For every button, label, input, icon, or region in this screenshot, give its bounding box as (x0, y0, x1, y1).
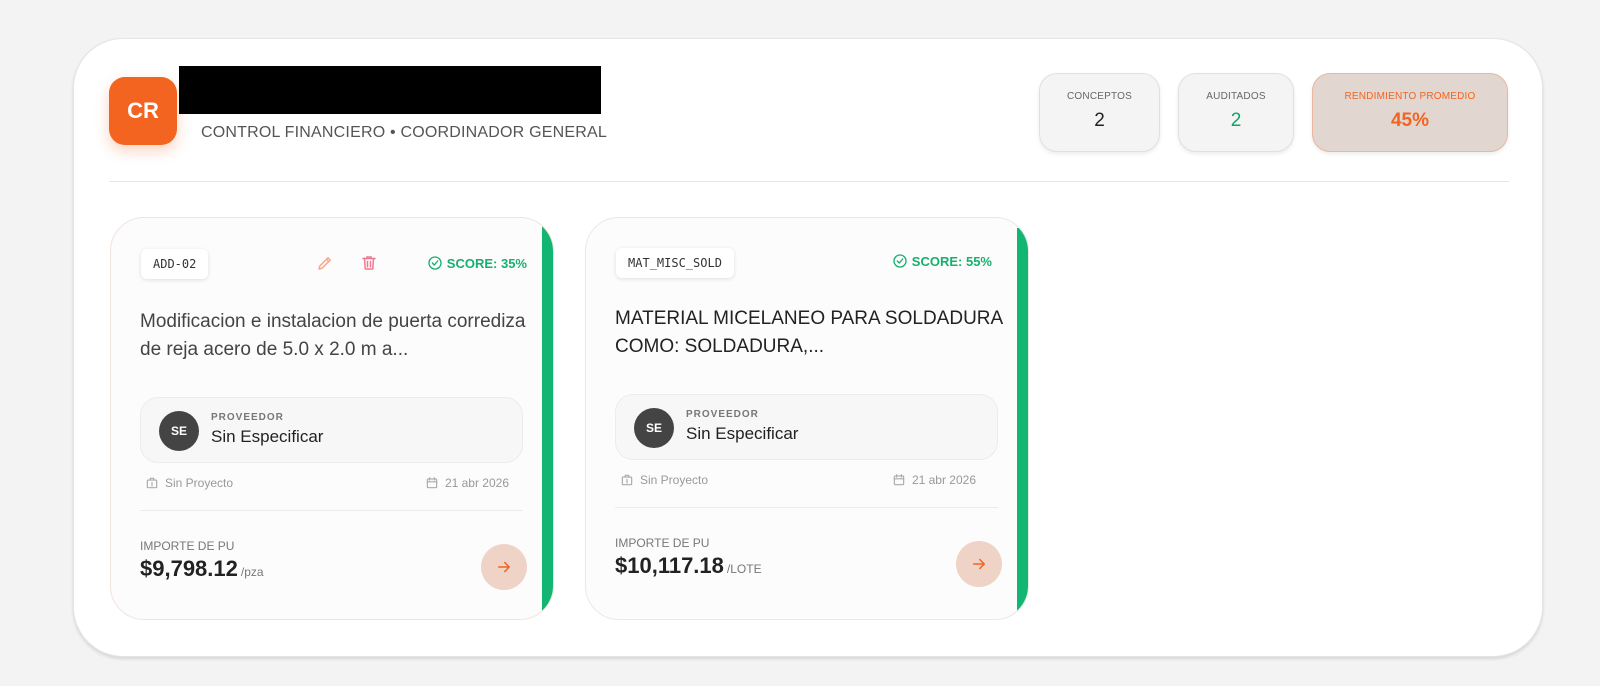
calendar-icon (426, 477, 438, 489)
amount-label: IMPORTE DE PU (140, 539, 235, 553)
stat-auditados: AUDITADOS 2 (1178, 73, 1294, 152)
provider-box: SE PROVEEDOR Sin Especificar (140, 397, 523, 463)
score-text: SCORE: 35% (446, 255, 527, 271)
open-concept-button[interactable] (481, 544, 527, 590)
amount-unit: /pza (240, 565, 264, 579)
pencil-icon[interactable] (314, 252, 336, 274)
score-badge: SCORE: 55% (892, 253, 992, 269)
date-text: 21 abr 2026 (444, 476, 509, 490)
score-badge: SCORE: 35% (427, 255, 527, 271)
project-meta: Sin Proyecto (620, 473, 708, 487)
trash-icon[interactable] (358, 252, 380, 274)
stat-label: AUDITADOS (1206, 91, 1266, 102)
provider-name: Sin Especificar (686, 424, 799, 443)
amount-value: $9,798.12 (140, 556, 238, 581)
date-text: 21 abr 2026 (911, 473, 976, 487)
stat-conceptos: CONCEPTOS 2 (1039, 73, 1160, 152)
provider-box: SE PROVEEDOR Sin Especificar (615, 394, 998, 460)
score-text: SCORE: 55% (911, 253, 992, 269)
amount-value: $10,117.18 (615, 553, 724, 578)
provider-label: PROVEEDOR (211, 412, 284, 423)
arrow-right-icon (498, 561, 510, 573)
building-icon (146, 477, 158, 489)
stat-label: CONCEPTOS (1067, 91, 1132, 102)
project-name: Sin Proyecto (165, 476, 234, 490)
redacted-user-name (179, 66, 601, 114)
project-meta: Sin Proyecto (145, 476, 233, 490)
building-icon (621, 474, 633, 486)
user-avatar: CR (109, 77, 177, 145)
stat-rendimiento-promedio: RENDIMIENTO PROMEDIO 45% (1312, 73, 1508, 152)
stat-value: 2 (1230, 110, 1242, 131)
card-divider (615, 507, 998, 508)
status-stripe (542, 218, 553, 619)
amount: $9,798.12 /pza (140, 556, 264, 582)
date-meta: 21 abr 2026 (425, 476, 509, 490)
provider-name: Sin Especificar (211, 427, 324, 446)
concept-code: ADD-02 (141, 249, 209, 279)
user-role-subtitle: CONTROL FINANCIERO • COORDINADOR GENERAL (201, 124, 607, 141)
open-concept-button[interactable] (956, 541, 1002, 587)
stat-label: RENDIMIENTO PROMEDIO (1344, 91, 1476, 102)
concept-card[interactable]: ADD-02 SCORE: 35% Modificacion e instala… (110, 217, 554, 620)
calendar-icon (893, 474, 905, 486)
concept-code: MAT_MISC_SOLD (616, 248, 734, 278)
check-circle-icon (893, 254, 907, 268)
project-name: Sin Proyecto (640, 473, 709, 487)
amount-label: IMPORTE DE PU (615, 536, 710, 550)
provider-avatar: SE (634, 408, 674, 448)
amount: $10,117.18 /LOTE (615, 553, 762, 579)
provider-avatar: SE (159, 411, 199, 451)
concept-description: MATERIAL MICELANEO PARA SOLDADURA COMO: … (615, 308, 1003, 357)
concept-card[interactable]: MAT_MISC_SOLD SCORE: 55% MATERIAL MICELA… (585, 217, 1029, 620)
stat-value: 45% (1390, 110, 1430, 131)
card-divider (140, 510, 523, 511)
date-meta: 21 abr 2026 (892, 473, 976, 487)
concept-description: Modificacion e instalacion de puerta cor… (140, 311, 526, 360)
amount-unit: /LOTE (726, 562, 762, 576)
status-stripe (1017, 228, 1028, 611)
provider-label: PROVEEDOR (686, 409, 759, 420)
stat-value: 2 (1094, 110, 1105, 131)
check-circle-icon (428, 256, 442, 270)
arrow-right-icon (973, 558, 985, 570)
header-divider (109, 181, 1509, 182)
